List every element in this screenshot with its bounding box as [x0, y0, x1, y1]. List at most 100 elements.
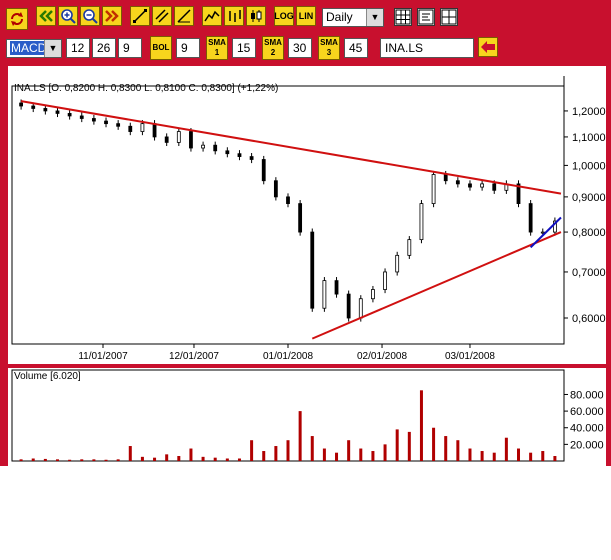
bollinger-label: BOL — [152, 43, 170, 52]
candlestick-chart-button[interactable] — [246, 6, 266, 26]
double-chevron-left-icon — [39, 10, 53, 22]
price-candle — [310, 231, 315, 309]
sma3-label: SMA — [320, 38, 338, 47]
bollinger-period-input[interactable]: 9 — [176, 38, 200, 58]
volume-y-tick-label: 80.000 — [570, 389, 604, 401]
macd-fast-input[interactable]: 12 — [66, 38, 90, 58]
grid-toggle-button[interactable] — [394, 8, 412, 26]
volume-y-tick-label: 40.000 — [570, 423, 604, 435]
volume-bar — [310, 436, 314, 461]
price-candle — [371, 289, 375, 300]
price-chart-panel[interactable]: INA.LS [O: 0,8200 H: 0,8300 L: 0,8100 C:… — [8, 66, 606, 364]
go-button[interactable] — [478, 37, 498, 57]
line-chart-button[interactable] — [202, 6, 222, 26]
price-candle — [443, 174, 448, 182]
price-candle — [31, 105, 36, 109]
volume-bar — [492, 452, 496, 461]
volume-bar — [80, 459, 84, 461]
volume-bar — [432, 427, 436, 461]
volume-bar — [153, 457, 157, 461]
volume-bar — [335, 452, 339, 461]
draw-trendline-button[interactable] — [130, 6, 150, 26]
volume-bar — [286, 440, 290, 461]
volume-bar — [274, 446, 278, 461]
zoom-out-icon — [83, 9, 98, 24]
sma2-label: SMA — [264, 38, 282, 47]
sma3-button[interactable]: SMA 3 — [318, 36, 340, 60]
volume-bar — [359, 448, 363, 461]
volume-bar — [407, 431, 411, 461]
volume-bar — [237, 458, 241, 461]
price-y-tick-label: 1,2000 — [572, 106, 606, 118]
sma3-number: 3 — [326, 48, 332, 57]
macd-slow-input[interactable]: 26 — [92, 38, 116, 58]
ohlc-bars-icon — [229, 10, 241, 22]
price-candle — [67, 113, 72, 117]
period-select[interactable]: Daily ▼ — [322, 8, 384, 27]
log-scale-button[interactable]: LOG — [274, 6, 294, 26]
price-candle — [419, 203, 424, 241]
price-candle — [358, 298, 363, 319]
price-candle — [225, 150, 230, 155]
price-candle — [261, 159, 266, 182]
zoom-out-button[interactable] — [80, 6, 100, 26]
indicator-select[interactable]: MACD ▼ — [6, 39, 62, 58]
volume-bar — [371, 451, 375, 461]
volume-bar — [456, 440, 460, 461]
sma3-period-input[interactable]: 45 — [344, 38, 368, 58]
symbol-input[interactable]: INA.LS — [380, 38, 474, 58]
sma2-period-input[interactable]: 30 — [288, 38, 312, 58]
refresh-button[interactable] — [6, 8, 28, 30]
layout-toggle-button[interactable] — [440, 8, 458, 26]
volume-bar — [68, 459, 72, 461]
price-candle — [286, 196, 290, 204]
volume-bar — [322, 448, 326, 461]
chevron-down-icon: ▼ — [366, 9, 383, 26]
volume-bar — [31, 458, 35, 461]
price-candle — [152, 123, 157, 138]
bar-chart-button[interactable] — [224, 6, 244, 26]
volume-bar — [541, 451, 545, 461]
sma1-button[interactable]: SMA 1 — [206, 36, 228, 60]
volume-bar — [116, 459, 120, 461]
volume-bar — [201, 456, 205, 461]
volume-bar — [189, 448, 193, 461]
volume-bar — [213, 457, 217, 461]
resistance-trendline — [20, 100, 562, 195]
price-y-tick-label: 0,8000 — [572, 227, 606, 239]
price-candle — [201, 144, 205, 149]
indicator-toolbar: MACD ▼ 12 26 9 BOL 9 SMA 1 15 SMA 2 30 SMA… — [0, 32, 611, 62]
price-candle — [455, 180, 460, 185]
price-candle — [213, 144, 218, 152]
price-candle — [189, 131, 193, 149]
sma1-period-input[interactable]: 15 — [232, 38, 256, 58]
zoom-in-button[interactable] — [58, 6, 78, 26]
price-x-tick-label: 01/01/2008 — [263, 351, 313, 362]
sma1-number: 1 — [214, 48, 220, 57]
macd-signal-input[interactable]: 9 — [118, 38, 142, 58]
price-y-tick-label: 0,9000 — [572, 192, 606, 204]
scroll-left-button[interactable] — [36, 6, 56, 26]
volume-bar — [298, 411, 302, 461]
indicator-value: MACD — [10, 41, 48, 55]
app-frame: LOG LIN Daily ▼ MACD ▼ 12 26 9 BOL 9 SMA… — [0, 0, 611, 466]
draw-channel-button[interactable] — [152, 6, 172, 26]
layout-icon — [441, 9, 457, 25]
volume-bar — [128, 446, 132, 461]
price-candle — [237, 153, 242, 157]
bollinger-button[interactable]: BOL — [150, 36, 172, 60]
price-candle — [346, 293, 351, 319]
sma2-button[interactable]: SMA 2 — [262, 36, 284, 60]
price-x-tick-label: 02/01/2008 — [357, 351, 407, 362]
price-candle — [480, 183, 485, 188]
volume-bar — [395, 429, 399, 461]
price-y-tick-label: 0,7000 — [572, 267, 606, 279]
price-candle — [176, 131, 181, 143]
linear-scale-button[interactable]: LIN — [296, 6, 316, 26]
volume-chart-panel[interactable]: Volume [6.020] 80.000 60.000 40.000 20.000 — [8, 368, 606, 466]
price-y-tick-label: 0,6000 — [572, 313, 606, 325]
draw-fibonacci-button[interactable] — [174, 6, 194, 26]
price-y-tick-label: 1,0000 — [572, 160, 606, 172]
scroll-right-button[interactable] — [102, 6, 122, 26]
legend-toggle-button[interactable] — [417, 8, 435, 26]
